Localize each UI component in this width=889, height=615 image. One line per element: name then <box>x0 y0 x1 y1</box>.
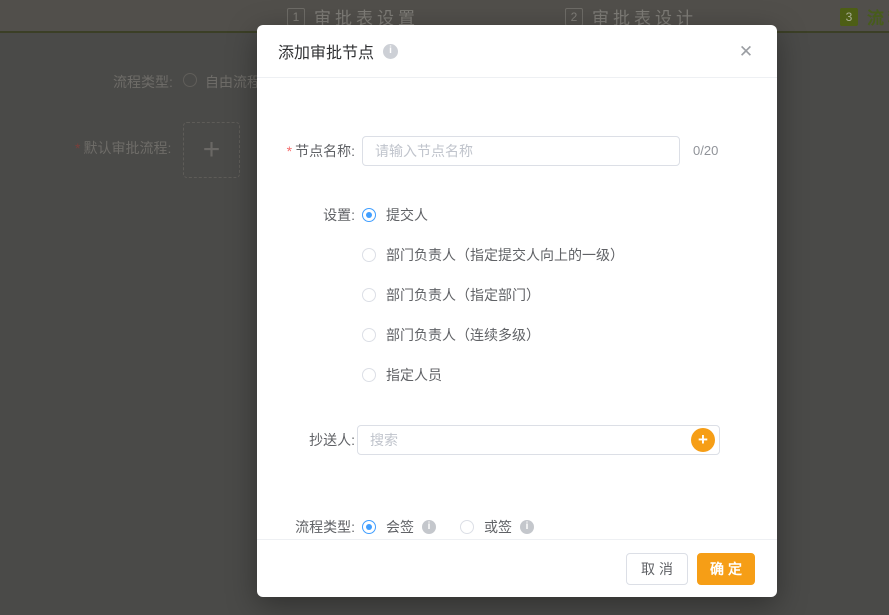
cancel-button[interactable]: 取消 <box>626 553 688 585</box>
radio-icon[interactable] <box>362 248 376 262</box>
radio-label: 部门负责人（指定提交人向上的一级） <box>386 245 624 265</box>
add-cc-icon[interactable]: + <box>691 428 715 452</box>
radio-label: 会签 <box>386 517 414 537</box>
radio-label: 部门负责人（指定部门） <box>386 285 540 305</box>
radio-option-or-sign[interactable]: 或签 i <box>460 517 534 537</box>
radio-label: 部门负责人（连续多级） <box>386 325 540 345</box>
step-flow-settings-active[interactable]: 3 流程 <box>840 0 889 33</box>
cc-label: 抄送人: <box>257 425 355 455</box>
confirm-button[interactable]: 确定 <box>697 553 755 585</box>
radio-icon[interactable] <box>460 520 474 534</box>
flow-type-label: 流程类型: <box>257 512 355 542</box>
step-label: 流程 <box>867 4 889 29</box>
step-number-badge: 3 <box>840 8 858 26</box>
flow-type-radio-group: 会签 i 或签 i <box>362 512 534 542</box>
radio-icon[interactable] <box>362 208 376 222</box>
countersign-info-icon[interactable]: i <box>422 520 436 534</box>
radio-option-dept-head-one-level-up[interactable]: 部门负责人（指定提交人向上的一级） <box>362 240 624 270</box>
radio-option-submitter[interactable]: 提交人 <box>362 200 428 230</box>
bg-free-flow-label: 自由流程 <box>205 72 261 92</box>
dialog-title: 添加审批节点 <box>278 39 374 63</box>
bg-default-flow-label-text: 默认审批流程: <box>83 140 171 156</box>
required-asterisk: * <box>287 143 292 159</box>
radio-option-countersign[interactable]: 会签 i <box>362 517 436 537</box>
radio-icon[interactable] <box>362 368 376 382</box>
radio-option-dept-head-multi-level[interactable]: 部门负责人（连续多级） <box>362 320 540 350</box>
step-number-badge: 2 <box>565 8 583 26</box>
radio-label: 指定人员 <box>386 365 442 385</box>
dialog-header: 添加审批节点 i ✕ <box>257 25 777 78</box>
radio-icon[interactable] <box>362 288 376 302</box>
close-icon[interactable]: ✕ <box>735 41 757 63</box>
radio-option-dept-head-specified-dept[interactable]: 部门负责人（指定部门） <box>362 280 540 310</box>
title-info-icon[interactable]: i <box>383 44 398 59</box>
cc-search-field: + <box>357 425 720 455</box>
dialog-footer: 取消 确定 <box>257 539 777 597</box>
radio-label: 提交人 <box>386 205 428 225</box>
radio-icon[interactable] <box>362 328 376 342</box>
radio-label: 或签 <box>484 517 512 537</box>
radio-option-specified-person[interactable]: 指定人员 <box>362 360 442 390</box>
settings-label: 设置: <box>257 200 355 230</box>
bg-free-flow-radio[interactable] <box>183 73 197 87</box>
bg-flow-type-label: 流程类型: <box>113 72 173 92</box>
node-name-label-text: 节点名称: <box>295 143 355 159</box>
node-name-input[interactable] <box>362 136 680 166</box>
plus-icon: + <box>203 135 221 165</box>
bg-add-node-button[interactable]: + <box>183 122 240 178</box>
step-number-badge: 1 <box>287 8 305 26</box>
radio-icon[interactable] <box>362 520 376 534</box>
bg-default-flow-label: *默认审批流程: <box>75 138 171 158</box>
bg-required-asterisk: * <box>75 140 80 156</box>
cc-search-input[interactable] <box>357 425 720 455</box>
or-sign-info-icon[interactable]: i <box>520 520 534 534</box>
add-approval-node-dialog: 添加审批节点 i ✕ *节点名称: 0/20 设置: 提交人 部门负责人（指定提… <box>257 25 777 597</box>
char-counter: 0/20 <box>693 136 718 166</box>
node-name-label: *节点名称: <box>257 136 355 166</box>
